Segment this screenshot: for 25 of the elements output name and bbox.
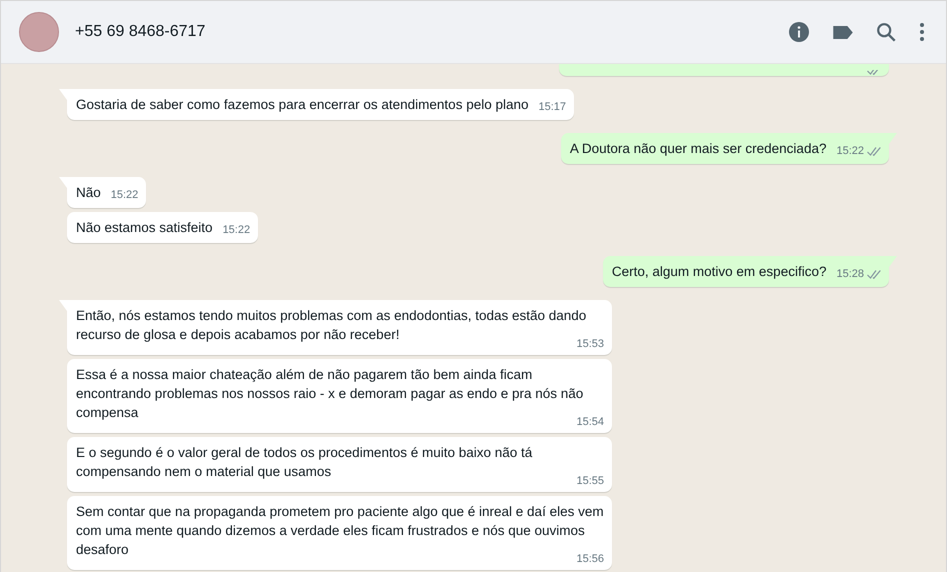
message-time: 15:22 [110,189,138,202]
message-time: 15:55 [576,475,604,488]
message-time: 15:17 [538,101,566,114]
search-icon [877,22,896,42]
menu-icon [920,23,924,41]
contact-avatar[interactable] [19,12,59,52]
message-time: 15:53 [576,338,604,351]
message-text: A Doutora não quer mais ser credenciada? [570,141,826,156]
message-time: 15:28 [836,268,864,281]
message-time: 15:22 [222,224,250,237]
message-text: Não [76,185,101,200]
menu-button[interactable] [920,23,924,41]
contact-name[interactable]: +55 69 8468-6717 [75,20,206,44]
info-button[interactable] [789,22,809,42]
search-button[interactable] [877,22,896,42]
message-text: Gostaria de saber como fazemos para encerrar os atendimentos pelo plano [76,97,529,112]
label-icon [833,26,853,38]
message-time: 15:54 [576,416,604,429]
message-time: 15:56 [576,553,604,566]
message-text: E o segundo é o valor geral de todos os procedimentos é muito baixo não tá compensando nem o material que usamos [76,445,532,479]
message-text: Certo, algum motivo em especifico? [612,264,826,279]
label-button[interactable] [833,26,853,38]
info-icon [789,22,809,42]
message-text: Não estamos satisfeito [76,220,213,235]
message-time: 15:22 [836,145,864,158]
